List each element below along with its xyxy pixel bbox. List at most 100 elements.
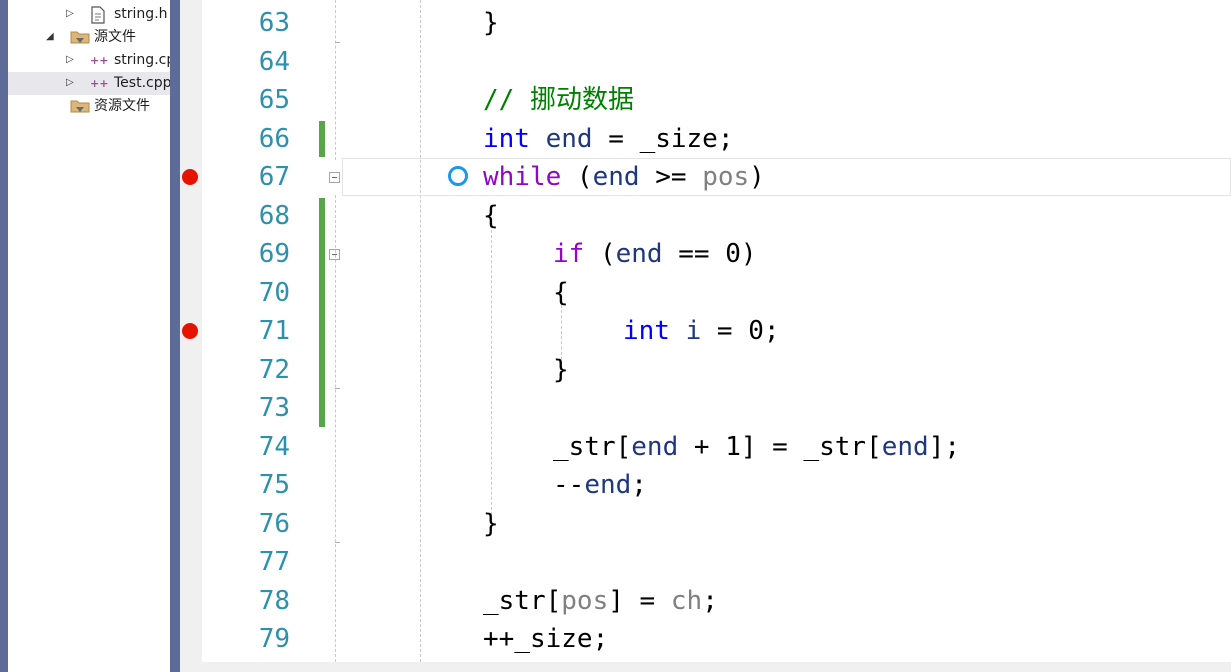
code-token: end [545,123,593,154]
code-token: // 挪动数据 [483,85,634,115]
line-number: 78 [258,585,290,616]
code-line[interactable]: { [553,274,569,312]
code-token: = [592,123,640,154]
window-left-border [0,0,8,672]
code-line[interactable]: { [483,197,499,235]
code-line[interactable]: int i = 0; [623,312,780,350]
code-token: _str[ [483,585,562,616]
code-token: -- [553,470,585,500]
line-number: 79 [258,624,290,654]
code-token: ] = [608,585,671,616]
line-number: 71 [258,316,290,346]
code-line[interactable]: ++_size; [483,620,608,658]
code-token: _size [639,123,718,154]
line-number: 66 [258,123,290,154]
code-token: _str[ [553,431,632,462]
panel-splitter[interactable] [170,0,180,672]
change-indicator-bar [319,197,325,427]
code-token: end [592,162,640,192]
code-line[interactable]: --end; [553,466,647,504]
tree-item[interactable]: ◢ 源文件 [8,26,170,49]
code-token: ; [717,123,734,154]
tree-item[interactable]: ▷ ++ Test.cpp [8,72,170,95]
tree-item[interactable]: ▷ ++ string.cpp [8,49,170,72]
code-token: pos [702,162,750,192]
line-number: 72 [258,354,290,385]
code-editor[interactable]: 63} 64 65 // 挪动数据 66 int end = _size; 67 while … [180,0,1231,672]
line-number: 70 [258,277,290,308]
horizontal-scrollbar[interactable] [180,662,1231,672]
code-line[interactable]: } [483,505,499,543]
line-number: 75 [258,470,290,500]
code-token: pos [561,585,609,616]
line-number: 64 [258,46,290,77]
tree-item-label: 资源文件 [94,98,150,114]
tree-item[interactable]: 资源文件 [8,95,170,118]
code-token: if [553,239,585,269]
collapse-block-icon[interactable] [329,172,340,183]
code-token: ]; [928,431,961,462]
breakpoint-margin[interactable] [180,0,202,672]
tree-item-label: Test.cpp [114,75,170,91]
code-token: { [483,200,499,231]
collapsed-arrow-icon[interactable]: ▷ [66,77,74,89]
current-line-highlight [342,158,1231,196]
code-token: = 0; [701,316,780,346]
code-line[interactable]: _str[end + 1] = _str[end]; [553,428,960,466]
line-number: 76 [258,508,290,539]
breakpoint-icon[interactable] [182,169,198,185]
code-line[interactable]: int end = _size; [483,120,734,158]
code-line[interactable]: } [553,351,569,389]
code-token: ( [561,162,593,192]
indent-guide [491,230,492,530]
svg-text:++: ++ [90,54,108,67]
code-token: end [881,431,929,462]
code-token: ( [584,239,616,269]
code-token: end [631,431,679,462]
tree-item-label: string.cpp [114,52,170,68]
code-token: } [483,8,499,38]
line-number: 69 [258,239,290,269]
folder-icon [70,98,90,118]
line-number: 67 [258,162,290,192]
tree-item-label: 源文件 [94,29,136,45]
fold-end-tick [335,42,340,43]
folder-icon [70,29,90,49]
code-token: >= [639,162,703,192]
code-token: } [483,508,499,539]
header-file-icon [90,6,106,28]
breakpoint-icon[interactable] [182,323,198,339]
tree-item[interactable]: ▷ string.h [8,3,170,26]
step-into-target-icon [448,166,468,186]
line-number: 74 [258,431,290,462]
indent-guide [420,0,421,672]
line-number: 65 [258,85,290,115]
code-line[interactable]: } [483,4,499,42]
code-token: int [483,123,530,154]
cpp-file-icon: ++ [90,75,110,95]
indent-guide [335,0,336,160]
fold-end-tick [335,542,340,543]
change-indicator-bar [319,120,325,157]
code-line[interactable]: while (end >= pos) [483,158,765,196]
code-line[interactable]: _str[pos] = ch; [483,582,718,620]
collapsed-arrow-icon[interactable]: ▷ [66,54,74,66]
code-line[interactable]: // 挪动数据 [483,81,634,119]
code-token: + 1] = _str[ [678,431,882,462]
collapsed-arrow-icon[interactable]: ▷ [66,8,74,20]
code-token: while [483,162,562,192]
code-token: end [615,239,663,269]
solution-explorer: ▷ string.h ◢ 源文件 ▷ ++ string.cpp ▷ ++ Test.cpp 资源文… [8,0,170,672]
tree-item-label: string.h [114,6,168,22]
indent-guide [335,195,336,672]
line-number: 63 [258,8,290,38]
expanded-arrow-icon[interactable]: ◢ [46,31,54,43]
code-token: i [685,316,702,346]
svg-text:++: ++ [90,77,108,90]
code-token: end [584,470,632,500]
line-number: 68 [258,200,290,231]
code-token: } [553,354,569,385]
code-line[interactable]: if (end == 0) [553,235,757,273]
